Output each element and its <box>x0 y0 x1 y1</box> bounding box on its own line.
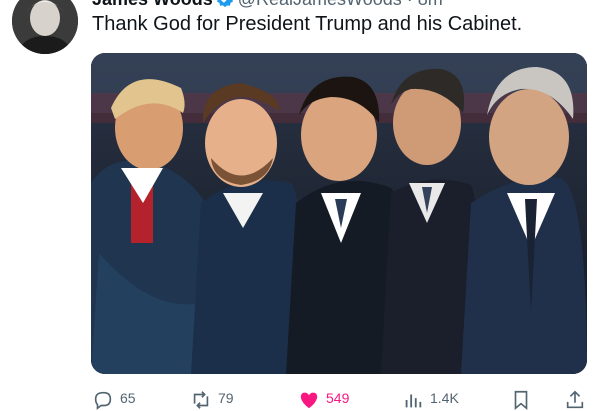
repost-count: 79 <box>218 390 234 406</box>
bookmark-button[interactable] <box>510 382 532 411</box>
avatar-image <box>12 0 78 54</box>
like-count: 549 <box>326 390 350 406</box>
reply-icon <box>94 391 112 410</box>
reply-count: 65 <box>120 390 136 406</box>
heart-icon <box>300 392 318 409</box>
tweet-header: James Woods @RealJamesWoods · 8m <box>92 0 592 11</box>
view-count: 1.4K <box>430 390 459 406</box>
like-button[interactable]: 549 <box>298 382 349 410</box>
share-icon <box>566 390 584 409</box>
author-name[interactable]: James Woods <box>92 0 213 9</box>
repost-button[interactable]: 79 <box>190 382 234 410</box>
group-photo-illustration <box>91 53 587 374</box>
share-button[interactable] <box>564 382 586 410</box>
timestamp[interactable]: 8m <box>418 0 443 9</box>
reply-button[interactable]: 65 <box>92 382 136 410</box>
avatar[interactable] <box>12 0 78 54</box>
tweet-media-image[interactable] <box>91 53 587 374</box>
bookmark-icon <box>514 390 528 411</box>
analytics-icon <box>405 394 422 408</box>
views-button[interactable]: 1.4K <box>402 382 459 410</box>
separator-dot: · <box>407 0 413 9</box>
repost-icon <box>193 391 209 409</box>
verified-badge-icon <box>216 0 233 8</box>
tweet-text: Thank God for President Trump and his Ca… <box>92 13 523 35</box>
tweet-actions: 65 79 549 1.4K <box>92 382 592 411</box>
author-handle[interactable]: @RealJamesWoods <box>238 0 402 9</box>
